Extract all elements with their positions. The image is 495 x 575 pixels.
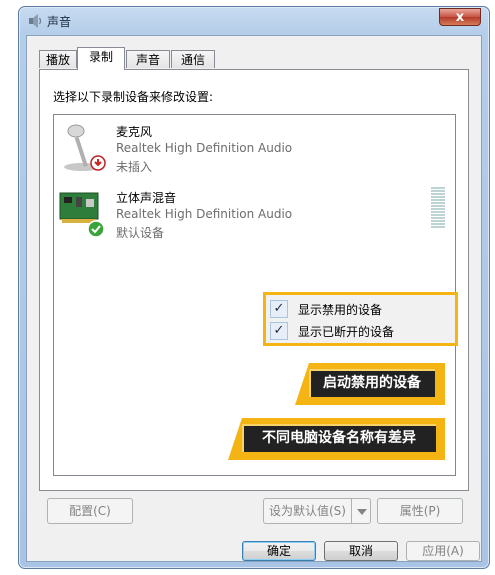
window-title: 声音	[47, 15, 72, 29]
level-meter	[431, 187, 445, 229]
annotation-text: 启动禁用的设备	[309, 369, 435, 397]
check-icon: ✓	[270, 300, 288, 318]
context-menu: ✓ 显示禁用的设备 ✓ 显示已断开的设备	[263, 292, 458, 346]
properties-button[interactable]: 属性(P)	[377, 498, 463, 524]
close-button[interactable]: x	[439, 8, 481, 26]
device-status: 未插入	[116, 160, 153, 174]
device-name: 立体声混音	[116, 191, 177, 205]
dialog-client-area: 播放 录制 声音 通信 选择以下录制设备来修改设置: 麦克风 Realtek H…	[26, 35, 482, 562]
microphone-icon	[64, 124, 106, 171]
panel-prompt: 选择以下录制设备来修改设置:	[53, 90, 214, 104]
recording-device-list[interactable]: 麦克风 Realtek High Definition Audio 未插入 立体…	[53, 114, 458, 476]
title-bar[interactable]: 声音 x	[19, 7, 489, 35]
menu-item-label: 显示已断开的设备	[298, 325, 395, 339]
annotation-enable-disabled: 启动禁用的设备	[295, 363, 445, 405]
button-label: 应用(A)	[422, 544, 464, 558]
device-item-stereo-mix[interactable]: 立体声混音 Realtek High Definition Audio 默认设备	[54, 185, 434, 245]
tab-label: 通信	[180, 53, 205, 67]
device-name: 麦克风	[116, 125, 153, 139]
speaker-icon	[29, 14, 42, 28]
button-label: 配置(C)	[69, 504, 111, 518]
menu-item-show-disabled[interactable]: ✓ 显示禁用的设备	[270, 299, 453, 319]
menu-item-label: 显示禁用的设备	[298, 303, 383, 317]
recording-panel: 选择以下录制设备来修改设置: 麦克风 Realtek High Definiti…	[39, 69, 469, 491]
close-icon: x	[455, 10, 465, 25]
device-driver: Realtek High Definition Audio	[116, 141, 293, 155]
device-status: 默认设备	[116, 226, 165, 240]
device-driver: Realtek High Definition Audio	[116, 207, 293, 221]
button-label: 设为默认值(S)	[269, 504, 346, 518]
configure-button[interactable]: 配置(C)	[47, 498, 133, 524]
tab-communications[interactable]: 通信	[171, 50, 215, 68]
cancel-button[interactable]: 取消	[324, 541, 398, 561]
tab-label: 录制	[88, 50, 113, 64]
annotation-text: 不同电脑设备名称有差异	[242, 424, 436, 452]
button-label: 确定	[266, 544, 291, 558]
button-label: 属性(P)	[399, 504, 441, 518]
sound-dialog-window: 声音 x 播放 录制 声音 通信 选择以下录制设备来修改设置: 麦克风 Real…	[18, 6, 490, 569]
button-label: 取消	[348, 544, 373, 558]
sound-card-icon	[59, 192, 105, 238]
tab-label: 播放	[45, 53, 70, 67]
chevron-down-icon[interactable]	[351, 498, 371, 524]
ok-button[interactable]: 确定	[242, 541, 316, 561]
tab-label: 声音	[135, 53, 160, 67]
apply-button[interactable]: 应用(A)	[406, 541, 480, 561]
device-item-microphone[interactable]: 麦克风 Realtek High Definition Audio 未插入	[54, 119, 434, 179]
default-check-icon	[87, 220, 105, 238]
tab-playback[interactable]: 播放	[39, 50, 77, 68]
tab-recording[interactable]: 录制	[77, 47, 125, 70]
menu-item-show-disconnected[interactable]: ✓ 显示已断开的设备	[270, 321, 453, 341]
annotation-names-vary: 不同电脑设备名称有差异	[228, 418, 445, 460]
tab-sounds[interactable]: 声音	[126, 50, 170, 68]
check-icon: ✓	[270, 322, 288, 340]
set-default-button[interactable]: 设为默认值(S)	[263, 498, 352, 524]
